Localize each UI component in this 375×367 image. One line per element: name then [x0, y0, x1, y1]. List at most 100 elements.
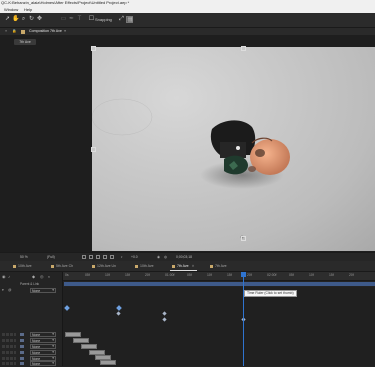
layer-clip[interactable]: [65, 332, 81, 337]
ruler-tick-label: 02:00f: [267, 273, 277, 277]
selection-tool-icon[interactable]: ➚: [4, 16, 11, 23]
playhead-line[interactable]: [243, 272, 244, 366]
parent-dropdown[interactable]: None: [30, 288, 56, 293]
layer-row[interactable]: None: [0, 338, 62, 343]
layer-switches[interactable]: [2, 362, 16, 365]
ruler-tick-label: 05f: [85, 273, 90, 277]
channel-icon[interactable]: [110, 255, 114, 259]
keyframe[interactable]: [116, 305, 122, 311]
layer-label-color[interactable]: [20, 333, 24, 336]
eye-icon[interactable]: ◉: [2, 274, 6, 279]
label-swatch: [172, 264, 175, 268]
frame-handle-bottom-center[interactable]: [241, 236, 246, 241]
timeline-tab-2[interactable]: 5th Ave Ch: [51, 261, 73, 271]
time-ruler-tooltip: Time Ruler (Click to set thumb): [244, 290, 297, 297]
snapping-label: Snapping: [95, 17, 112, 22]
keyframe[interactable]: [162, 311, 167, 316]
menu-window[interactable]: Window: [4, 6, 18, 13]
menu-icon[interactable]: ≡: [5, 28, 7, 35]
timeline-tab-4[interactable]: 10th Ave: [135, 261, 154, 271]
mask-tool-icon[interactable]: ▭: [60, 16, 67, 23]
current-time-readout[interactable]: 0;00;03;18: [176, 253, 192, 261]
keyframe[interactable]: [116, 311, 121, 316]
parent-dropdown[interactable]: None: [30, 338, 56, 343]
time-ruler[interactable]: 0s 05f 10f 15f 20f 01:00f 05f 10f 15f 20…: [63, 272, 375, 281]
timeline-tab-6[interactable]: 7th Ave: [210, 261, 227, 271]
label-icon[interactable]: ◆: [32, 274, 35, 279]
layer-clip[interactable]: [73, 338, 89, 343]
transparency-grid-icon[interactable]: [89, 255, 93, 259]
layer-label-color[interactable]: [20, 345, 24, 348]
tab-composition[interactable]: Composition 7th Ave: [29, 28, 62, 35]
layer-clip[interactable]: [81, 344, 97, 349]
frame-handle-top-center[interactable]: [241, 46, 246, 51]
camera-tool-icon[interactable]: ✥: [36, 16, 43, 23]
layer-switches[interactable]: [2, 339, 16, 342]
adjustment-icon[interactable]: ◐: [48, 274, 50, 279]
keyframe[interactable]: [64, 305, 70, 311]
snap-options-icon[interactable]: ⤢: [118, 16, 125, 23]
layer-label-color[interactable]: [20, 351, 24, 354]
keyframe[interactable]: [162, 317, 167, 322]
layer-label-color[interactable]: [20, 357, 24, 360]
scene-image: [92, 98, 290, 239]
layer-switches[interactable]: [2, 357, 16, 360]
lock-icon[interactable]: 🔒: [12, 28, 16, 35]
layer-switches[interactable]: [2, 345, 16, 348]
layer-row-top[interactable]: ▾ @ None: [0, 288, 62, 293]
exposure-value[interactable]: +0.0: [131, 253, 138, 261]
composition-menu-icon[interactable]: ≡: [64, 28, 66, 35]
zoom-tool-icon[interactable]: ⌕: [20, 16, 27, 23]
layer-switches[interactable]: [2, 351, 16, 354]
pen-tool-icon[interactable]: ✒: [68, 16, 75, 23]
expand-arrow-icon[interactable]: ▾: [2, 288, 4, 293]
grid-options-icon[interactable]: ▦: [126, 16, 133, 23]
layer-label-color[interactable]: [20, 339, 24, 342]
ruler-tick-label: 10f: [309, 273, 314, 277]
menu-help[interactable]: Help: [24, 6, 32, 13]
timeline-tab-1[interactable]: 10th Ave: [13, 261, 32, 271]
layer-switches[interactable]: [2, 333, 16, 336]
layer-row[interactable]: None: [0, 332, 62, 337]
viewer-controls-bar: 50 % (Full) ◐ +0.0 ◉ ◍ 0;00;03;18: [0, 252, 375, 261]
region-of-interest-icon[interactable]: [82, 255, 86, 259]
show-snapshot-icon[interactable]: ◍: [164, 253, 167, 261]
ruler-tick-label: 01:00f: [165, 273, 175, 277]
comp-label-swatch: [21, 29, 25, 34]
guides-icon[interactable]: [103, 255, 107, 259]
timeline-tab-3[interactable]: 12th Ave Un: [92, 261, 116, 271]
ruler-tick-label: 15f: [125, 273, 130, 277]
hand-tool-icon[interactable]: ✋: [12, 16, 19, 23]
layer-row[interactable]: None: [0, 344, 62, 349]
layer-clip[interactable]: [100, 360, 116, 365]
layer-row[interactable]: None: [0, 361, 62, 366]
layer-label-color[interactable]: [20, 362, 24, 365]
ruler-tick-label: 05f: [187, 273, 192, 277]
parent-dropdown[interactable]: None: [30, 350, 56, 355]
composition-frame[interactable]: [92, 47, 375, 251]
parent-dropdown[interactable]: None: [30, 332, 56, 337]
layer-row[interactable]: None: [0, 350, 62, 355]
timeline-tracks[interactable]: [63, 287, 375, 366]
parent-dropdown[interactable]: None: [30, 344, 56, 349]
motion-blur-icon[interactable]: ◎: [40, 274, 44, 279]
timeline-tab-active[interactable]: 7th Ave ✕: [170, 261, 197, 271]
audio-icon[interactable]: ♪: [8, 274, 10, 279]
frame-handle-middle-left[interactable]: [91, 147, 96, 152]
parent-dropdown[interactable]: None: [30, 361, 56, 366]
type-tool-icon[interactable]: T: [76, 16, 83, 23]
color-management-icon[interactable]: ◐: [121, 253, 123, 261]
snapping-checkbox[interactable]: ☐: [88, 16, 95, 23]
frame-handle-top-left[interactable]: [91, 46, 96, 51]
composition-tab-bar: ≡ 🔒 Composition 7th Ave ≡: [0, 28, 375, 35]
ruler-tick-label: 10f: [207, 273, 212, 277]
work-area-bar[interactable]: [64, 282, 375, 286]
composition-breadcrumb[interactable]: 7th Ave: [14, 39, 36, 45]
close-icon[interactable]: ✕: [192, 264, 195, 268]
snapshot-camera-icon[interactable]: ◉: [157, 253, 160, 261]
mask-visibility-icon[interactable]: [96, 255, 100, 259]
zoom-dropdown[interactable]: 50 %: [20, 253, 28, 261]
pickwhip-icon[interactable]: @: [8, 288, 11, 293]
resolution-dropdown[interactable]: (Full): [47, 253, 55, 261]
rotate-tool-icon[interactable]: ↻: [28, 16, 35, 23]
